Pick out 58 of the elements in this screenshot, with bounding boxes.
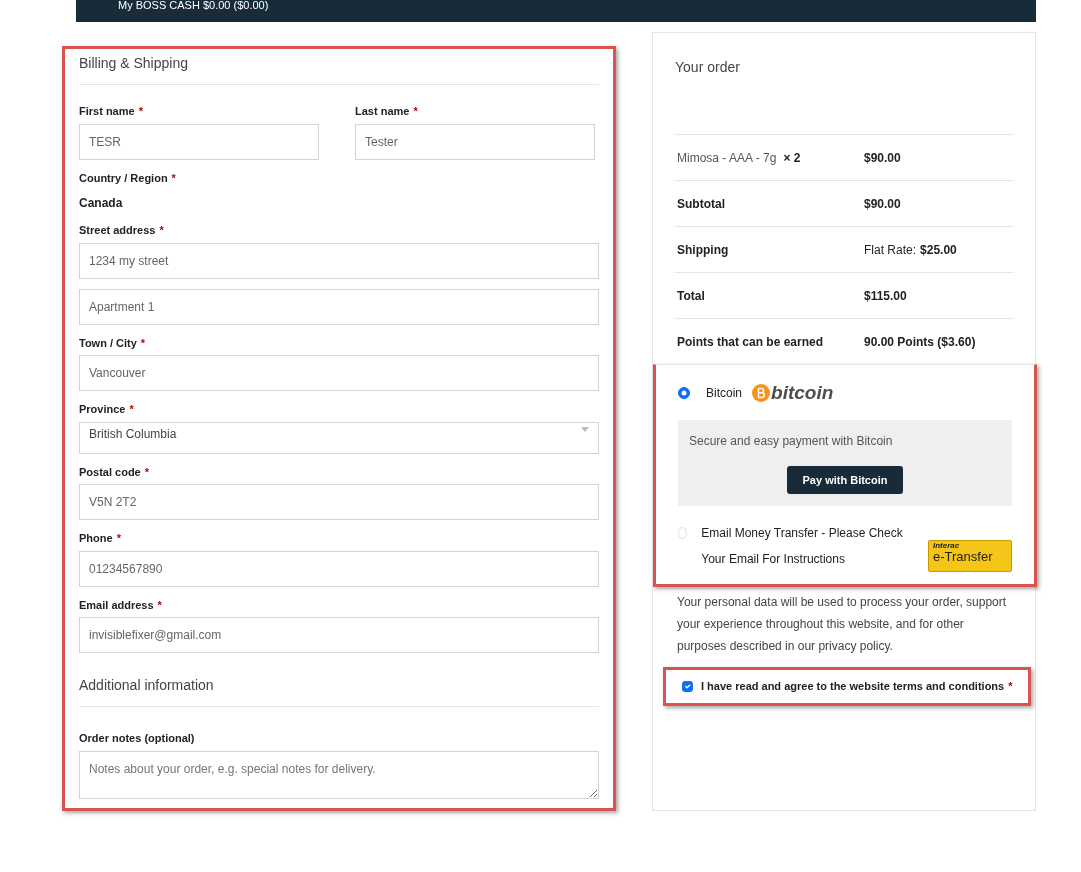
section-title: Billing & Shipping [79, 53, 599, 85]
payment-method-label[interactable]: Bitcoin [706, 384, 743, 403]
etransfer-wordmark: e-Transfer [933, 550, 994, 563]
field-value: Canada [79, 195, 123, 212]
field-label: Province [79, 402, 126, 417]
required-mark: * [140, 335, 146, 351]
field-label: Country / Region [79, 170, 168, 186]
field-label: First name [79, 104, 135, 119]
row-label: Points that can be earned [677, 334, 824, 349]
row-value: $90.00 [864, 150, 901, 165]
bitcoin-wordmark: bitcoin [771, 381, 835, 405]
required-mark: * [1008, 679, 1013, 694]
input-field[interactable]: TESR [79, 123, 319, 160]
required-mark: * [138, 104, 143, 119]
pay-button[interactable]: Pay with Bitcoin [786, 465, 904, 494]
product-name: Mimosa - AAA - 7g [677, 150, 777, 165]
required-mark: * [144, 464, 150, 480]
terms-link[interactable]: terms and conditions [892, 680, 1005, 692]
section-title: Additional information [79, 675, 599, 707]
row-label: Shipping [677, 242, 729, 257]
field-label: Last name [355, 104, 410, 119]
privacy-notice: Your personal data will be used to process your order, support your experience throughout this website, and for other purposes described in our privacy policy. [677, 594, 1008, 655]
required-mark: * [413, 104, 418, 119]
row-value: 90.00 Points ($3.60) [864, 334, 976, 349]
input-field[interactable]: Tester [355, 123, 595, 160]
input-field[interactable]: 01234567890 [79, 550, 599, 587]
input-field[interactable]: Vancouver [79, 355, 599, 391]
row-value: $25.00 [920, 242, 957, 257]
required-mark: * [116, 531, 121, 546]
notes-field[interactable]: Notes about your order, e.g. special notes for delivery. [79, 750, 599, 799]
field-label: Order notes (optional) [79, 731, 195, 746]
field-label: Town / City [79, 335, 137, 351]
row-label: Total [677, 288, 705, 303]
input-field[interactable]: V5N 2T2 [79, 484, 599, 520]
required-mark: * [157, 597, 162, 613]
field-label: Postal code [79, 464, 141, 480]
field-label: Email address [79, 597, 154, 613]
field-label: Phone [79, 531, 113, 546]
quantity: × 2 [783, 150, 801, 165]
row-label: Subtotal [677, 196, 725, 211]
section-title: Your order [675, 58, 741, 77]
row-value: $115.00 [864, 288, 907, 303]
input-field[interactable]: 1234 my street [79, 242, 599, 279]
required-mark: * [129, 402, 134, 417]
interac-wordmark: Interac [933, 542, 961, 550]
row-value: $90.00 [864, 196, 901, 211]
input-field[interactable]: Apartment 1 [79, 288, 599, 325]
input-field[interactable]: invisiblefixer@gmail.com [79, 617, 599, 653]
payment-method-label[interactable]: Email Money Transfer - Please Check Your Email For Instructions [701, 520, 920, 572]
required-mark: * [171, 170, 176, 186]
field-label: Street address [79, 223, 156, 238]
account-balance: My BOSS CASH $0.00 ($0.00) [118, 0, 269, 11]
payment-description: Secure and easy payment with Bitcoin [689, 432, 894, 450]
required-mark: * [159, 223, 164, 238]
privacy-policy-link[interactable]: privacy policy [818, 639, 890, 653]
shipping-method: Flat Rate: [864, 242, 917, 257]
terms-label: I have read and agree to the website terms and conditions [701, 679, 1005, 694]
select-field[interactable]: British Columbia [79, 421, 599, 454]
